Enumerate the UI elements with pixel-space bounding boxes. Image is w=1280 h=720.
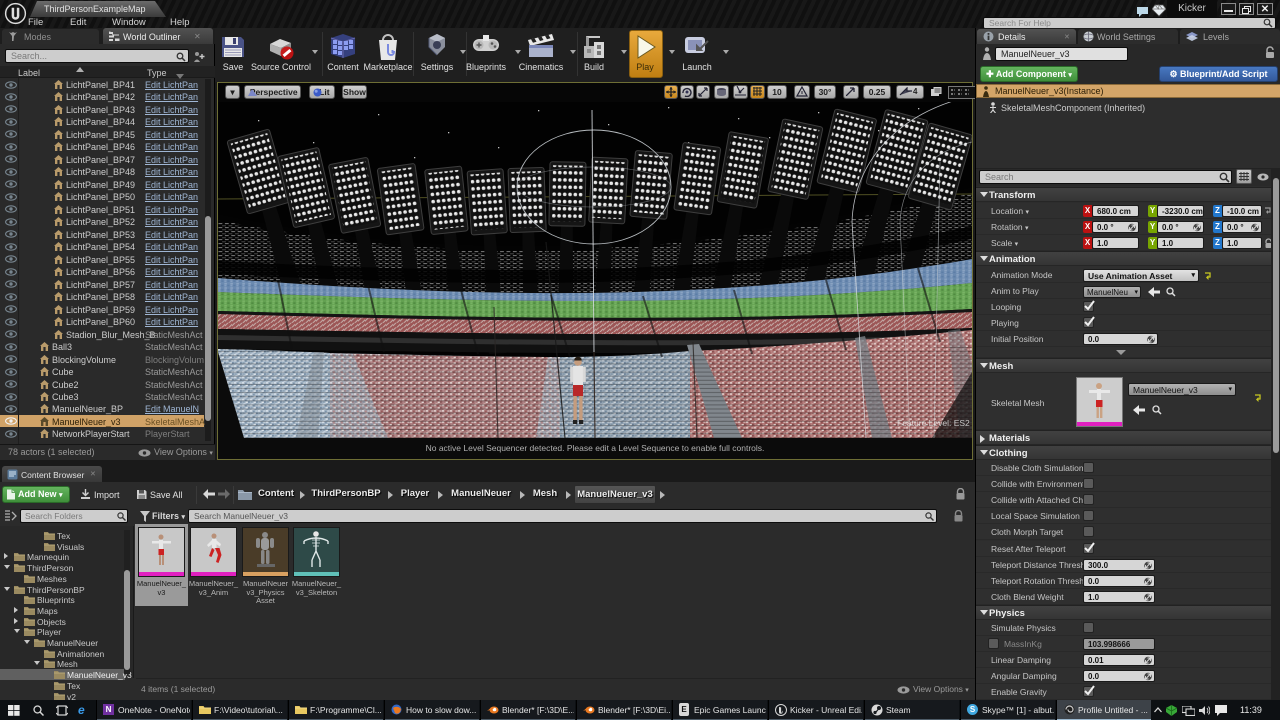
- svg-text:Feature Level: ES2: Feature Level: ES2: [897, 418, 970, 428]
